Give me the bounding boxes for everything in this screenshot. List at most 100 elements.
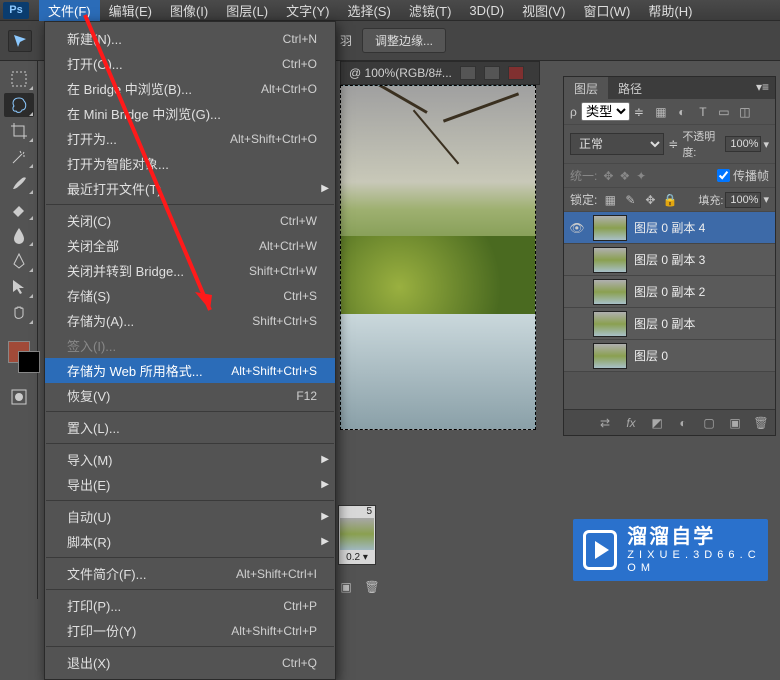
menu-item[interactable]: 最近打开文件(T)▶	[45, 176, 335, 201]
marquee-tool[interactable]	[4, 67, 34, 91]
filter-type-icon[interactable]: T	[696, 105, 710, 119]
eraser-tool[interactable]	[4, 197, 34, 221]
quickmask-toggle[interactable]	[4, 385, 34, 409]
filter-smart-icon[interactable]: ◫	[738, 105, 752, 119]
menu-select[interactable]: 选择(S)	[338, 0, 399, 23]
blur-tool[interactable]	[4, 223, 34, 247]
window-close-button[interactable]	[508, 66, 524, 80]
propagate-checkbox[interactable]	[717, 169, 730, 182]
tab-layers[interactable]: 图层	[564, 77, 608, 99]
blend-mode-select[interactable]: 正常	[570, 133, 664, 155]
magic-wand-tool[interactable]	[4, 145, 34, 169]
opacity-input[interactable]	[725, 136, 761, 152]
filter-adjust-icon[interactable]: ◐	[675, 105, 689, 119]
menu-item[interactable]: 关闭并转到 Bridge...Shift+Ctrl+W	[45, 258, 335, 283]
fill-input[interactable]	[725, 192, 761, 208]
timeline-frame[interactable]: 5 0.2 ▾	[338, 505, 376, 565]
menu-type[interactable]: 文字(Y)	[277, 0, 338, 23]
visibility-eye-icon[interactable]: 👁	[564, 221, 590, 235]
menu-item[interactable]: 在 Bridge 中浏览(B)...Alt+Ctrl+O	[45, 76, 335, 101]
filter-kind-select[interactable]: 类型	[581, 102, 630, 121]
unify-icon-3[interactable]: ✦	[636, 169, 646, 183]
canvas[interactable]	[340, 85, 536, 430]
menu-item[interactable]: 自动(U)▶	[45, 504, 335, 529]
mask-icon[interactable]: ◩	[649, 416, 665, 430]
menu-item[interactable]: 新建(N)...Ctrl+N	[45, 26, 335, 51]
crop-tool[interactable]	[4, 119, 34, 143]
lock-pixels-icon[interactable]: ✎	[623, 193, 637, 207]
tab-paths[interactable]: 路径	[608, 77, 652, 99]
panel-menu-icon[interactable]: ▾≡	[750, 77, 775, 99]
menu-help[interactable]: 帮助(H)	[639, 0, 701, 23]
layer-row[interactable]: 图层 0 副本 2	[564, 276, 775, 308]
timeline-controls: ▣ 🗑	[338, 579, 380, 595]
new-frame-icon[interactable]: ▣	[338, 579, 354, 595]
layer-name: 图层 0 副本	[630, 315, 695, 332]
lock-transparent-icon[interactable]: ▦	[603, 193, 617, 207]
menu-item[interactable]: 打开为智能对象...	[45, 151, 335, 176]
link-layers-icon[interactable]: ⇄	[597, 416, 613, 430]
menu-item[interactable]: 置入(L)...	[45, 415, 335, 440]
menu-item[interactable]: 存储为(A)...Shift+Ctrl+S	[45, 308, 335, 333]
layer-row[interactable]: 图层 0	[564, 340, 775, 372]
fx-icon[interactable]: fx	[623, 416, 639, 430]
layer-row[interactable]: 图层 0 副本	[564, 308, 775, 340]
menu-item[interactable]: 在 Mini Bridge 中浏览(G)...	[45, 101, 335, 126]
menu-view[interactable]: 视图(V)	[513, 0, 574, 23]
brush-tool[interactable]	[4, 171, 34, 195]
feather-label-icon: 羽	[340, 32, 352, 49]
menu-3d[interactable]: 3D(D)	[460, 0, 513, 21]
menu-item[interactable]: 打开(O)...Ctrl+O	[45, 51, 335, 76]
fill-label: 填充:	[698, 192, 723, 208]
menu-item[interactable]: 存储(S)Ctrl+S	[45, 283, 335, 308]
menu-image[interactable]: 图像(I)	[161, 0, 217, 23]
menu-item[interactable]: 导出(E)▶	[45, 472, 335, 497]
watermark-title: 溜溜自学	[627, 525, 758, 549]
menu-file[interactable]: 文件(F)	[39, 0, 100, 23]
menu-item[interactable]: 退出(X)Ctrl+Q	[45, 650, 335, 675]
hand-tool[interactable]	[4, 301, 34, 325]
menu-item[interactable]: 关闭(C)Ctrl+W	[45, 208, 335, 233]
layer-row[interactable]: 图层 0 副本 3	[564, 244, 775, 276]
menu-window[interactable]: 窗口(W)	[574, 0, 639, 23]
menu-item[interactable]: 关闭全部Alt+Ctrl+W	[45, 233, 335, 258]
background-color-swatch[interactable]	[18, 351, 40, 373]
menu-item[interactable]: 打开为...Alt+Shift+Ctrl+O	[45, 126, 335, 151]
menu-item[interactable]: 打印(P)...Ctrl+P	[45, 593, 335, 618]
refine-edge-button[interactable]: 调整边缘...	[362, 28, 446, 53]
menu-item[interactable]: 脚本(R)▶	[45, 529, 335, 554]
delete-frame-icon[interactable]: 🗑	[364, 579, 380, 595]
lock-position-icon[interactable]: ✥	[643, 193, 657, 207]
layer-thumb	[593, 343, 627, 369]
frame-duration[interactable]: 0.2 ▾	[339, 551, 375, 564]
lasso-tool[interactable]	[4, 93, 34, 117]
menu-item[interactable]: 导入(M)▶	[45, 447, 335, 472]
lock-all-icon[interactable]: 🔒	[663, 193, 677, 207]
path-select-tool[interactable]	[4, 275, 34, 299]
menu-edit[interactable]: 编辑(E)	[100, 0, 161, 23]
options-bar-right: 羽 调整边缘...	[340, 28, 446, 53]
layer-thumb	[593, 247, 627, 273]
menu-item[interactable]: 打印一份(Y)Alt+Shift+Ctrl+P	[45, 618, 335, 643]
group-icon[interactable]: ▢	[701, 416, 717, 430]
menu-item[interactable]: 存储为 Web 所用格式...Alt+Shift+Ctrl+S	[45, 358, 335, 383]
filter-shape-icon[interactable]: ▭	[717, 105, 731, 119]
window-minimize-button[interactable]	[460, 66, 476, 80]
frame-thumb	[340, 518, 374, 550]
menu-filter[interactable]: 滤镜(T)	[400, 0, 461, 23]
menu-item[interactable]: 恢复(V)F12	[45, 383, 335, 408]
adjustment-icon[interactable]: ◐	[675, 416, 691, 430]
unify-icon-2[interactable]: ❖	[619, 169, 630, 183]
menu-item[interactable]: 文件简介(F)...Alt+Shift+Ctrl+I	[45, 561, 335, 586]
frame-index: 5	[339, 506, 375, 517]
pen-tool[interactable]	[4, 249, 34, 273]
document-tab[interactable]: @ 100%(RGB/8#...	[340, 61, 540, 85]
tool-preset-icon[interactable]	[8, 30, 32, 52]
layer-row[interactable]: 👁图层 0 副本 4	[564, 212, 775, 244]
unify-icon-1[interactable]: ✥	[603, 169, 613, 183]
filter-pixel-icon[interactable]: ▦	[654, 105, 668, 119]
new-layer-icon[interactable]: ▣	[727, 416, 743, 430]
menu-layer[interactable]: 图层(L)	[217, 0, 277, 23]
trash-icon[interactable]: 🗑	[753, 416, 769, 430]
window-restore-button[interactable]	[484, 66, 500, 80]
